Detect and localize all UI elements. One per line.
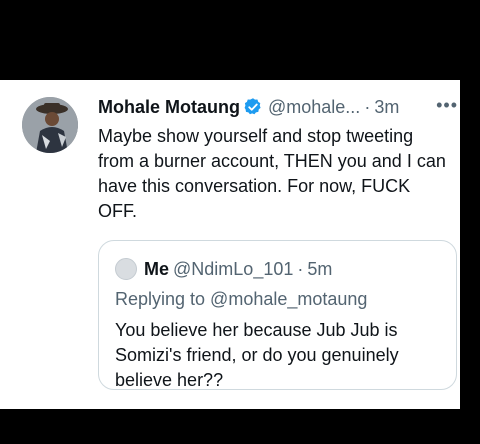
- quoted-tweet-time[interactable]: 5m: [307, 259, 332, 279]
- quoted-tweet-text: You believe her because Jub Jub is Somiz…: [115, 320, 399, 390]
- quoted-author-avatar[interactable]: [115, 258, 137, 280]
- quoted-author-handle[interactable]: @NdimLo_101: [173, 259, 293, 279]
- quoted-separator-dot: ·: [297, 259, 304, 279]
- author-name[interactable]: Mohale Motaung: [98, 97, 240, 117]
- author-handle[interactable]: @mohale...: [268, 97, 360, 117]
- avatar-photo-icon: [22, 97, 78, 153]
- tweet-text: Maybe show yourself and stop tweeting fr…: [98, 126, 446, 221]
- more-options-icon[interactable]: •••: [436, 95, 458, 115]
- tweet-header: Mohale Motaung @mohale... · 3m •••: [98, 95, 458, 121]
- tweet-time[interactable]: 3m: [374, 97, 399, 117]
- separator-dot: ·: [364, 97, 371, 117]
- author-avatar[interactable]: [22, 97, 78, 153]
- verified-badge-icon: [243, 97, 263, 123]
- tweet-card[interactable]: Mohale Motaung @mohale... · 3m ••• Maybe sh…: [0, 80, 460, 409]
- quoted-tweet-header: Me @NdimLo_101 · 5m: [144, 257, 332, 281]
- quoted-author-name[interactable]: Me: [144, 259, 169, 279]
- replying-to-label: Replying to @mohale_motaung: [115, 289, 368, 309]
- quoted-tweet[interactable]: Me @NdimLo_101 · 5m Replying to @mohale_mot…: [98, 240, 457, 390]
